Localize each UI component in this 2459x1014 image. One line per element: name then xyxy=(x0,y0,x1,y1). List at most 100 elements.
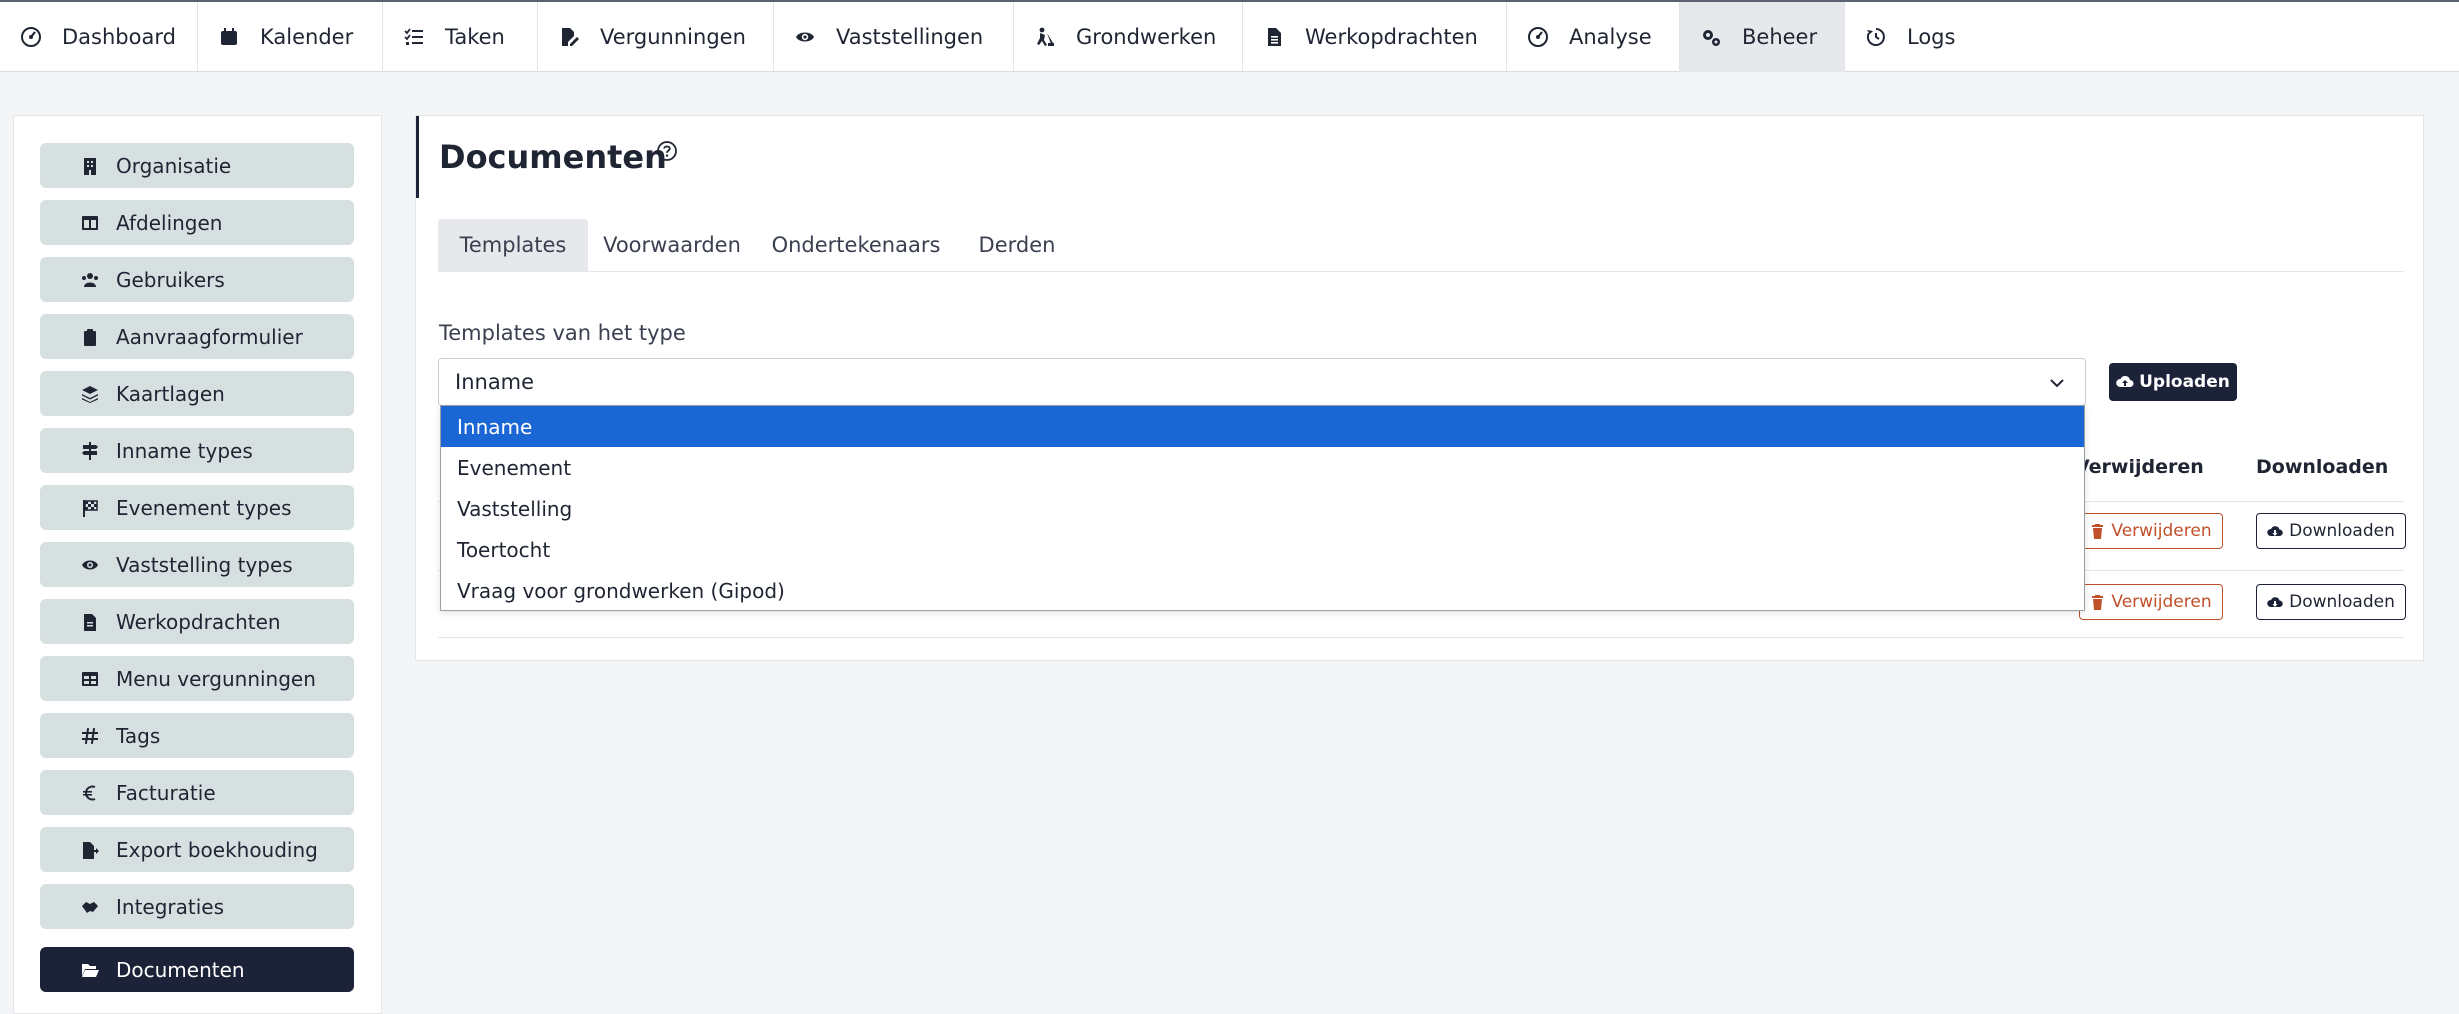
sidebar-item-werkopdrachten[interactable]: Werkopdrachten xyxy=(40,599,354,644)
sidebar-item-label: Vaststelling types xyxy=(116,552,293,577)
folder-open-icon xyxy=(80,960,100,980)
sidebar-item-label: Organisatie xyxy=(116,153,232,178)
layers-icon xyxy=(80,384,100,404)
sidebar-item-aanvraagformulier[interactable]: Aanvraagformulier xyxy=(40,314,354,359)
delete-label: Verwijderen xyxy=(2111,592,2212,612)
nav-item-werkopdrachten[interactable]: Werkopdrachten xyxy=(1243,2,1507,72)
nav-item-vergunningen[interactable]: Vergunningen xyxy=(538,2,774,72)
title-accent-bar xyxy=(416,116,419,198)
clipboard-icon xyxy=(80,327,100,347)
building-icon xyxy=(80,156,100,176)
tab-ondertekenaars[interactable]: Ondertekenaars xyxy=(756,219,956,271)
upload-button[interactable]: Uploaden xyxy=(2109,363,2237,401)
sidebar-item-label: Integraties xyxy=(116,894,225,919)
template-type-dropdown-list: Inname Evenement Vaststelling Toertocht … xyxy=(440,405,2085,611)
sidebar: Organisatie Afdelingen Gebruikers Aanvra… xyxy=(13,115,382,1014)
gauge-icon xyxy=(1527,26,1549,48)
sidebar-item-menu-vergunningen[interactable]: Menu vergunningen xyxy=(40,656,354,701)
dropdown-option-vaststelling[interactable]: Vaststelling xyxy=(441,488,2084,529)
template-type-select[interactable]: Inname xyxy=(438,358,2086,406)
nav-label: Werkopdrachten xyxy=(1305,25,1478,49)
nav-label: Taken xyxy=(445,25,505,49)
page-title: Documenten xyxy=(439,138,667,176)
nav-label: Logs xyxy=(1907,25,1956,49)
sidebar-item-export-boekhouding[interactable]: Export boekhouding xyxy=(40,827,354,872)
column-header-downloaden: Downloaden xyxy=(2256,456,2389,478)
tab-voorwaarden[interactable]: Voorwaarden xyxy=(588,219,756,271)
signs-post-icon xyxy=(80,441,100,461)
sidebar-item-label: Kaartlagen xyxy=(116,381,225,406)
hashtag-icon xyxy=(80,726,100,746)
nav-label: Analyse xyxy=(1569,25,1652,49)
delete-button[interactable]: Verwijderen xyxy=(2079,584,2223,620)
trash-icon xyxy=(2092,594,2104,610)
help-icon[interactable] xyxy=(656,140,678,162)
sidebar-item-label: Inname types xyxy=(116,438,253,463)
sidebar-item-label: Menu vergunningen xyxy=(116,666,316,691)
nav-label: Grondwerken xyxy=(1076,25,1217,49)
gauge-icon xyxy=(20,26,42,48)
nav-label: Kalender xyxy=(260,25,354,49)
sidebar-item-afdelingen[interactable]: Afdelingen xyxy=(40,200,354,245)
history-icon xyxy=(1865,26,1887,48)
delete-button[interactable]: Verwijderen xyxy=(2079,513,2223,549)
table-divider xyxy=(438,637,2404,638)
cloud-upload-icon xyxy=(2116,375,2134,387)
nav-item-kalender[interactable]: Kalender xyxy=(198,2,383,72)
nav-item-beheer[interactable]: Beheer xyxy=(1680,2,1845,72)
sidebar-item-tags[interactable]: Tags xyxy=(40,713,354,758)
calendar-icon xyxy=(218,26,240,48)
sidebar-item-inname-types[interactable]: Inname types xyxy=(40,428,354,473)
sidebar-item-integraties[interactable]: Integraties xyxy=(40,884,354,929)
sidebar-item-label: Tags xyxy=(116,723,161,748)
top-navigation: Dashboard Kalender Taken Vergunningen Va… xyxy=(0,0,2459,72)
nav-label: Vaststellingen xyxy=(836,25,984,49)
sidebar-item-documenten[interactable]: Documenten xyxy=(40,947,354,992)
file-export-icon xyxy=(80,840,100,860)
dropdown-option-inname[interactable]: Inname xyxy=(441,406,2084,447)
sidebar-item-evenement-types[interactable]: Evenement types xyxy=(40,485,354,530)
document-tabs: Templates Voorwaarden Ondertekenaars Der… xyxy=(438,219,2404,272)
dropdown-option-toertocht[interactable]: Toertocht xyxy=(441,529,2084,570)
nav-item-grondwerken[interactable]: Grondwerken xyxy=(1014,2,1243,72)
chevron-down-icon xyxy=(2047,373,2067,393)
download-button[interactable]: Downloaden xyxy=(2256,584,2406,620)
sidebar-item-kaartlagen[interactable]: Kaartlagen xyxy=(40,371,354,416)
euro-icon xyxy=(80,783,100,803)
nav-label: Beheer xyxy=(1742,25,1818,49)
sidebar-item-gebruikers[interactable]: Gebruikers xyxy=(40,257,354,302)
sidebar-item-vaststelling-types[interactable]: Vaststelling types xyxy=(40,542,354,587)
tab-templates[interactable]: Templates xyxy=(438,219,588,271)
table-icon xyxy=(80,669,100,689)
sidebar-item-facturatie[interactable]: Facturatie xyxy=(40,770,354,815)
dropdown-option-gipod[interactable]: Vraag voor grondwerken (Gipod) xyxy=(441,570,2084,611)
file-icon xyxy=(80,612,100,632)
eye-icon xyxy=(80,555,100,575)
sidebar-item-label: Evenement types xyxy=(116,495,292,520)
file-icon xyxy=(1263,26,1285,48)
gears-icon xyxy=(1700,26,1722,48)
sidebar-item-label: Facturatie xyxy=(116,780,216,805)
column-header-verwijderen: Verwijderen xyxy=(2075,456,2204,478)
sidebar-item-organisatie[interactable]: Organisatie xyxy=(40,143,354,188)
trash-icon xyxy=(2092,523,2104,539)
table-columns-icon xyxy=(80,213,100,233)
checklist-icon xyxy=(403,26,425,48)
sidebar-item-label: Afdelingen xyxy=(116,210,223,235)
nav-item-analyse[interactable]: Analyse xyxy=(1507,2,1680,72)
flag-checkered-icon xyxy=(80,498,100,518)
download-label: Downloaden xyxy=(2289,521,2395,541)
sidebar-item-label: Aanvraagformulier xyxy=(116,324,303,349)
nav-item-taken[interactable]: Taken xyxy=(383,2,538,72)
nav-item-vaststellingen[interactable]: Vaststellingen xyxy=(774,2,1014,72)
dropdown-option-evenement[interactable]: Evenement xyxy=(441,447,2084,488)
nav-item-dashboard[interactable]: Dashboard xyxy=(0,2,198,72)
nav-label: Vergunningen xyxy=(600,25,746,49)
file-signature-icon xyxy=(558,26,580,48)
nav-item-logs[interactable]: Logs xyxy=(1845,2,1975,72)
download-button[interactable]: Downloaden xyxy=(2256,513,2406,549)
tab-derden[interactable]: Derden xyxy=(956,219,1078,271)
sidebar-item-label: Documenten xyxy=(116,957,245,982)
handshake-icon xyxy=(80,897,100,917)
eye-icon xyxy=(794,26,816,48)
